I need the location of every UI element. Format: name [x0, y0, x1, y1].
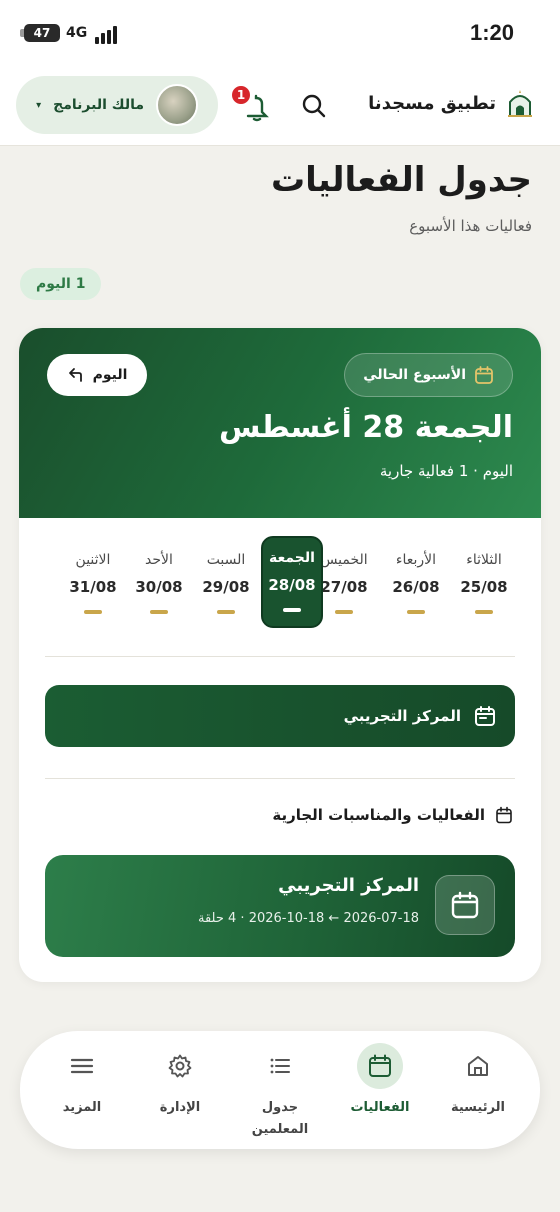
avatar	[156, 84, 198, 126]
nav-more-icon-wrap	[59, 1043, 105, 1089]
event-indicator	[407, 610, 425, 614]
current-week-label: الأسبوع الحالي	[363, 367, 466, 383]
nav-teachers-icon-wrap	[257, 1043, 303, 1089]
search-button[interactable]	[298, 90, 330, 122]
divider	[45, 656, 515, 657]
selected-date-heading: الجمعة 28 أغسطس	[219, 410, 513, 445]
divider	[45, 778, 515, 779]
day-wednesday[interactable]: الأربعاء 26/08	[385, 538, 447, 628]
event-indicator	[475, 610, 493, 614]
day-name: الثلاثاء	[466, 552, 502, 568]
nav-admin[interactable]: الإدارة	[132, 1031, 228, 1149]
nav-admin-icon-wrap	[157, 1043, 203, 1089]
events-heading-label: الفعاليات والمناسبات الجارية	[272, 806, 485, 824]
today-summary: اليوم · 1 فعالية جارية	[379, 462, 513, 480]
brand[interactable]: تطبيق مسجدنا	[368, 88, 534, 118]
calendar-icon	[475, 366, 493, 384]
nav-events[interactable]: الفعاليات	[332, 1031, 428, 1149]
nav-more-label: المزيد	[62, 1100, 102, 1115]
event-indicator	[217, 610, 235, 614]
status-bar: 47 4G 1:20	[0, 0, 560, 68]
day-name: السبت	[206, 552, 246, 568]
home-icon	[468, 1056, 488, 1076]
event-indicator	[84, 610, 102, 614]
day-date: 26/08	[392, 578, 440, 596]
week-day-strip: الثلاثاء 25/08 الأربعاء 26/08 الخميس 27/…	[45, 536, 515, 628]
day-date: 27/08	[320, 578, 368, 596]
app-header: تطبيق مسجدنا 1 مالك البرنامج ▾	[0, 68, 560, 146]
menu-icon	[70, 1058, 94, 1074]
calendar-icon	[475, 706, 495, 726]
day-monday[interactable]: الاثنين 31/08	[62, 538, 124, 628]
mosque-logo-icon	[508, 90, 532, 117]
page-title: جدول الفعاليات	[270, 160, 532, 200]
calendar-icon	[451, 891, 479, 919]
day-date: 29/08	[202, 578, 250, 596]
day-name: الجمعة	[269, 550, 315, 566]
notifications-button[interactable]: 1	[230, 84, 272, 124]
nav-events-label: الفعاليات	[350, 1100, 410, 1115]
return-arrow-icon	[68, 368, 82, 382]
today-count-badge: 1 اليوم	[20, 268, 102, 300]
app-name: تطبيق مسجدنا	[368, 92, 496, 114]
calendar-icon	[496, 806, 512, 824]
event-title: المركز التجريبي	[278, 875, 419, 896]
center-name: المركز التجريبي	[343, 707, 461, 725]
day-name: الأربعاء	[395, 552, 437, 568]
search-icon	[302, 94, 326, 118]
bottom-nav: الرئيسية الفعاليات جدول المعلمين الإدارة…	[20, 1031, 540, 1149]
nav-teachers-schedule[interactable]: جدول المعلمين	[232, 1031, 328, 1149]
day-saturday[interactable]: السبت 29/08	[195, 538, 257, 628]
day-date: 25/08	[460, 578, 508, 596]
nav-more[interactable]: المزيد	[34, 1031, 130, 1149]
signal-icon	[95, 26, 119, 44]
nav-home-label: الرئيسية	[450, 1100, 506, 1115]
today-button[interactable]: اليوم	[47, 354, 147, 396]
day-name: الأحد	[145, 552, 173, 568]
gear-icon	[168, 1054, 192, 1078]
nav-admin-label: الإدارة	[159, 1100, 201, 1115]
day-name: الاثنين	[75, 552, 111, 568]
calendar-icon	[369, 1054, 391, 1077]
day-date: 28/08	[268, 576, 316, 594]
notification-badge: 1	[230, 84, 252, 106]
schedule-card: الأسبوع الحالي اليوم الجمعة 28 أغسطس الي…	[19, 328, 541, 982]
network-type: 4G	[66, 25, 88, 41]
current-week-chip[interactable]: الأسبوع الحالي	[344, 353, 513, 397]
battery-icon: 47	[20, 24, 60, 42]
day-sunday[interactable]: الأحد 30/08	[128, 538, 190, 628]
user-menu-button[interactable]: مالك البرنامج ▾	[16, 76, 218, 134]
center-selector[interactable]: المركز التجريبي	[45, 685, 515, 747]
chevron-down-icon: ▾	[36, 99, 42, 111]
nav-teachers-label: جدول المعلمين	[251, 1100, 309, 1137]
day-date: 31/08	[69, 578, 117, 596]
page-subtitle: فعاليات هذا الأسبوع	[409, 217, 532, 235]
nav-home-icon-wrap	[455, 1043, 501, 1089]
event-indicator	[150, 610, 168, 614]
nav-home[interactable]: الرئيسية	[430, 1031, 526, 1149]
events-section-heading: الفعاليات والمناسبات الجارية	[272, 806, 513, 824]
day-friday-selected[interactable]: الجمعة 28/08	[261, 536, 323, 628]
clock: 1:20	[469, 20, 514, 45]
event-date-range: 2026-07-18 ← 2026-10-18 · 4 حلقة	[197, 911, 419, 926]
event-icon-box	[435, 875, 495, 935]
user-name: مالك البرنامج	[53, 97, 144, 113]
day-tuesday[interactable]: الثلاثاء 25/08	[453, 538, 515, 628]
event-indicator	[335, 610, 353, 614]
event-indicator	[283, 608, 301, 612]
day-name: الخميس	[320, 552, 368, 568]
nav-events-icon-wrap	[357, 1043, 403, 1089]
event-card[interactable]: المركز التجريبي 2026-07-18 ← 2026-10-18 …	[45, 855, 515, 957]
day-date: 30/08	[135, 578, 183, 596]
list-icon	[270, 1058, 290, 1074]
today-button-label: اليوم	[92, 367, 128, 383]
hero-banner: الأسبوع الحالي اليوم الجمعة 28 أغسطس الي…	[19, 328, 541, 518]
